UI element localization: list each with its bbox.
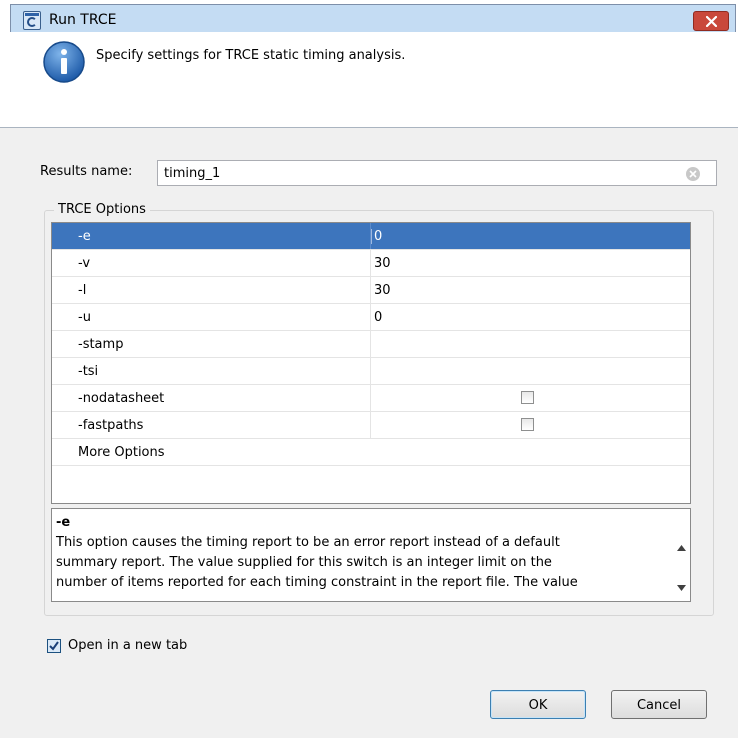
clear-icon[interactable] <box>686 167 700 181</box>
option-name: -tsi <box>78 364 99 379</box>
option-value[interactable]: 0 <box>371 229 382 244</box>
app-icon <box>23 11 41 30</box>
description-scrollbar[interactable] <box>673 509 690 601</box>
option-row-tsi[interactable]: -tsi <box>52 358 690 385</box>
option-row-fastpaths[interactable]: -fastpaths <box>52 412 690 439</box>
trce-options-label: TRCE Options <box>54 202 150 217</box>
options-table[interactable]: -e 0 -v 30 -l 30 -u 0 -stamp -tsi -nodat… <box>51 222 691 504</box>
nodatasheet-checkbox[interactable] <box>521 391 534 404</box>
option-name: -nodatasheet <box>78 391 165 406</box>
option-row-more-options[interactable]: More Options <box>52 439 690 466</box>
fastpaths-checkbox[interactable] <box>521 418 534 431</box>
scroll-down-icon[interactable] <box>677 585 686 591</box>
results-name-input[interactable] <box>157 160 717 186</box>
option-value[interactable]: 0 <box>374 310 382 325</box>
description-title: -e <box>56 515 71 530</box>
option-value[interactable]: 30 <box>374 283 391 298</box>
option-name: -v <box>78 256 91 271</box>
option-name: -stamp <box>78 337 124 352</box>
header-panel: Specify settings for TRCE static timing … <box>0 32 738 128</box>
cancel-button[interactable]: Cancel <box>611 690 707 719</box>
option-row-stamp[interactable]: -stamp <box>52 331 690 358</box>
option-name: -e <box>78 229 91 244</box>
option-row-v[interactable]: -v 30 <box>52 250 690 277</box>
option-row-u[interactable]: -u 0 <box>52 304 690 331</box>
option-name: -fastpaths <box>78 418 144 433</box>
scroll-up-icon[interactable] <box>677 545 686 551</box>
close-button[interactable] <box>693 11 729 31</box>
ok-button[interactable]: OK <box>490 690 586 719</box>
option-name: More Options <box>78 445 165 460</box>
option-value[interactable]: 30 <box>374 256 391 271</box>
option-row-l[interactable]: -l 30 <box>52 277 690 304</box>
option-name: -u <box>78 310 91 325</box>
checkmark-icon <box>49 641 59 651</box>
option-row-e[interactable]: -e 0 <box>52 223 690 250</box>
open-new-tab-checkbox[interactable] <box>47 639 61 653</box>
option-description: -e This option causes the timing report … <box>51 508 691 602</box>
info-icon <box>43 41 85 83</box>
open-new-tab-label[interactable]: Open in a new tab <box>68 638 187 653</box>
results-name-label: Results name: <box>40 164 133 179</box>
window-title: Run TRCE <box>49 12 117 28</box>
option-row-nodatasheet[interactable]: -nodatasheet <box>52 385 690 412</box>
description-text: This option causes the timing report to … <box>56 535 578 590</box>
header-text: Specify settings for TRCE static timing … <box>96 48 406 63</box>
close-icon <box>706 16 717 27</box>
option-name: -l <box>78 283 87 298</box>
